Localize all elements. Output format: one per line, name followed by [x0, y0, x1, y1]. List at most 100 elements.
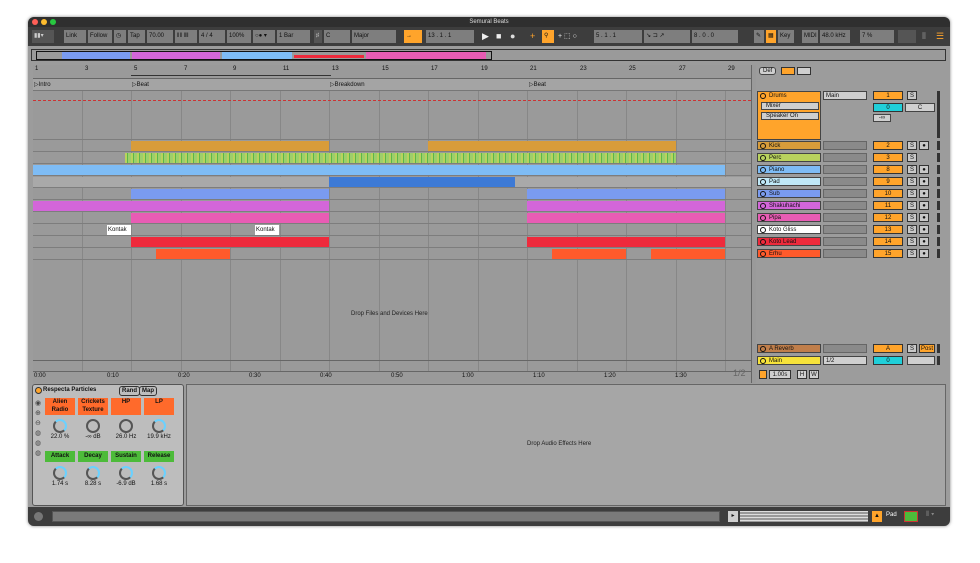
macro-sustain[interactable]: Sustain -6.9 dB	[111, 451, 141, 487]
macro-hp[interactable]: HP 26.0 Hz	[111, 398, 141, 440]
midi-map-button[interactable]: MIDI	[802, 30, 818, 43]
record-icon[interactable]: ●	[508, 30, 520, 43]
arm-button[interactable]: ●	[919, 225, 929, 234]
track-header-sub[interactable]: Sub 10 S ●	[757, 188, 948, 200]
default-button[interactable]: Def	[759, 67, 777, 75]
track-activator[interactable]: 14	[873, 237, 903, 246]
width-button[interactable]: W	[809, 370, 819, 379]
clip[interactable]	[527, 201, 725, 211]
overview-viewport[interactable]	[36, 51, 492, 60]
clip[interactable]	[329, 177, 515, 187]
track-header-main[interactable]: Main 1/2 0	[757, 355, 948, 367]
solo-button[interactable]: S	[907, 237, 917, 246]
macro-controls-column[interactable]: ◉ ⊕ ⊖ ◍ ◍ ◍	[35, 399, 43, 459]
solo-button[interactable]: S	[907, 165, 917, 174]
solo-button[interactable]: S	[907, 91, 917, 100]
track-header-pipa[interactable]: Pipa 12 S ●	[757, 212, 948, 224]
computer-keyboard-icon[interactable]: ▦	[766, 30, 776, 43]
knob-icon[interactable]	[152, 419, 166, 433]
track-header-koto-lead[interactable]: Koto Lead 14 S ●	[757, 236, 948, 248]
track-header-pad[interactable]: Pad 9 S ●	[757, 176, 948, 188]
knob-icon[interactable]	[152, 466, 166, 480]
clip[interactable]	[33, 201, 329, 211]
scale-icon[interactable]: ♯	[314, 30, 322, 43]
clip[interactable]	[515, 177, 751, 187]
locator-intro[interactable]: ▷Intro	[34, 81, 51, 88]
delay-icon[interactable]	[759, 370, 767, 379]
track-lane-koto-gliss[interactable]: Kontak Kontak	[33, 224, 751, 236]
arm-button[interactable]: ●	[919, 165, 929, 174]
nudge-buttons[interactable]: ‖‖ ‖‖	[175, 30, 197, 43]
track-header-erhu[interactable]: Erhu 15 S ●	[757, 248, 948, 260]
split-handle[interactable]	[751, 65, 756, 383]
locator-beat[interactable]: ▷Beat	[132, 81, 149, 88]
zoom-window-button[interactable]	[50, 19, 56, 25]
volume-field[interactable]: 0	[873, 103, 903, 112]
automation-icon[interactable]	[781, 67, 795, 75]
key-map-button[interactable]: Key	[778, 30, 794, 43]
track-activator[interactable]: 2	[873, 141, 903, 150]
track-name-pad[interactable]: Pad	[757, 177, 821, 186]
track-activator[interactable]: 10	[873, 189, 903, 198]
quantize-select[interactable]: 1 Bar	[277, 30, 310, 43]
track-name-piano[interactable]: Piano	[757, 165, 821, 174]
track-lane-pad[interactable]	[33, 176, 751, 188]
metronome-icon[interactable]: ◷	[114, 30, 126, 43]
link-button[interactable]: Link	[64, 30, 86, 43]
fold-icon[interactable]	[760, 93, 766, 99]
track-name-shakuhachi[interactable]: Shakuhachi	[757, 201, 821, 210]
key-select[interactable]: C	[324, 30, 350, 43]
solo-button[interactable]: S	[907, 153, 917, 162]
arm-button[interactable]: ●	[919, 201, 929, 210]
clip[interactable]	[131, 213, 329, 223]
close-window-button[interactable]	[32, 19, 38, 25]
beat-ruler[interactable]: 1 3 5 7 9 11 13 15 17 19 21 23 25 27 29	[33, 65, 751, 79]
overdub-icon[interactable]: +	[528, 30, 540, 43]
track-lane-piano[interactable]	[33, 164, 751, 176]
signature-field[interactable]: 4 / 4	[199, 30, 225, 43]
arm-button[interactable]: ●	[919, 189, 929, 198]
track-header-reverb[interactable]: A Reverb A S Post	[757, 343, 948, 355]
track-activator[interactable]: 9	[873, 177, 903, 186]
zoom-field[interactable]: 100%	[227, 30, 251, 43]
scale-select[interactable]: Major	[352, 30, 396, 43]
track-name-sub[interactable]: Sub	[757, 189, 821, 198]
track-lane-koto-lead[interactable]	[33, 236, 751, 248]
arm-button[interactable]: ●	[919, 213, 929, 222]
track-name-koto-gliss[interactable]: Koto Gliss	[757, 225, 821, 234]
punch-icons[interactable]: ↘ ⊐ ↗	[644, 30, 690, 43]
delay-field[interactable]: 1.00s	[769, 370, 791, 379]
clip[interactable]	[33, 177, 329, 187]
knob-icon[interactable]	[53, 466, 67, 480]
speaker-select[interactable]: Speaker On	[761, 112, 819, 120]
track-name-perc[interactable]: Perc	[757, 153, 821, 162]
loop-length-field[interactable]: 8 . 0 . 0	[692, 30, 738, 43]
arm-button[interactable]: ●	[919, 237, 929, 246]
track-header-kick[interactable]: Kick 2 S ●	[757, 140, 948, 152]
track-color-swatch[interactable]	[904, 511, 918, 522]
send-field[interactable]: -∞	[873, 114, 891, 122]
track-lane-pipa[interactable]	[33, 212, 751, 224]
return-activator[interactable]: A	[873, 344, 903, 353]
clip[interactable]	[33, 165, 725, 175]
routing-select[interactable]: Main	[823, 91, 867, 100]
clip[interactable]	[527, 237, 725, 247]
track-header-drums[interactable]: Drums Mixer Speaker On Main 1 S 0 C -∞	[757, 91, 948, 140]
track-name-kick[interactable]: Kick	[757, 141, 821, 150]
tap-button[interactable]: Tap	[128, 30, 145, 43]
clip[interactable]	[131, 141, 329, 151]
clip[interactable]	[552, 249, 626, 259]
rand-button[interactable]: Rand	[119, 386, 140, 396]
solo-button[interactable]: S	[907, 213, 917, 222]
track-header-piano[interactable]: Piano 8 S ●	[757, 164, 948, 176]
follow-play-icon[interactable]: →	[404, 30, 422, 43]
arrangement-view[interactable]: Kontak Kontak Drop Files and Devices Her…	[33, 91, 751, 371]
play-icon[interactable]: ▶	[480, 30, 492, 43]
kontakt-clip[interactable]: Kontak	[255, 225, 279, 235]
lock-icon[interactable]	[797, 67, 811, 75]
track-selector-icon[interactable]: ▲	[872, 511, 882, 522]
track-activator[interactable]: 1	[873, 91, 903, 100]
tempo-field[interactable]: 70.00	[147, 30, 173, 43]
session-record-icons[interactable]: + ⬚ ○	[556, 30, 592, 43]
solo-button[interactable]: S	[907, 344, 917, 353]
